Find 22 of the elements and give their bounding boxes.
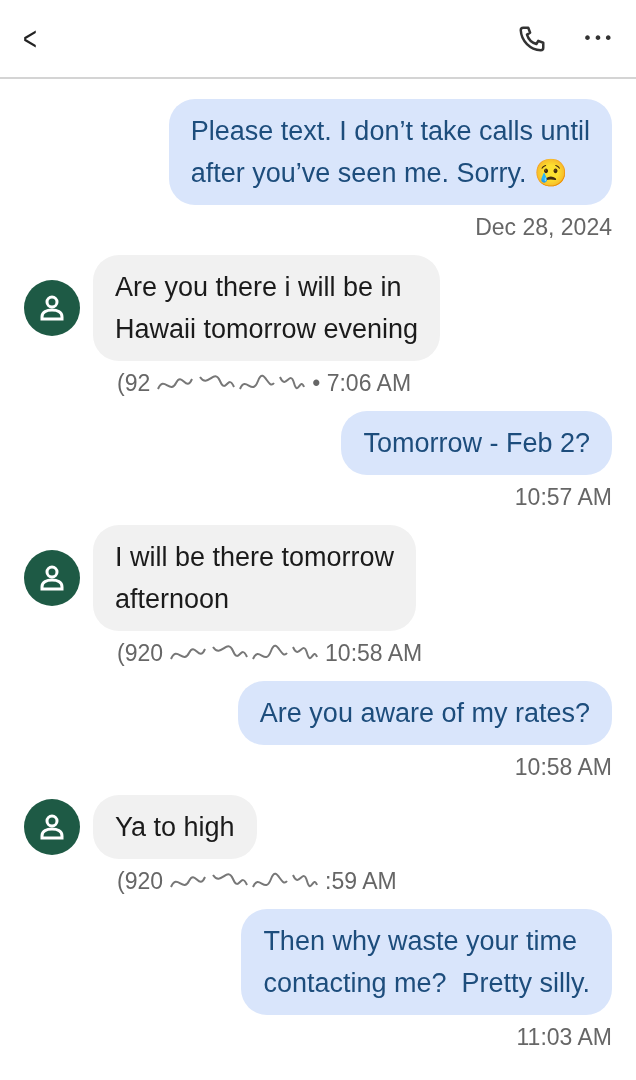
timestamp: 11:03 AM <box>516 1023 612 1051</box>
avatar-icon <box>24 550 80 606</box>
timestamp: 10:57 AM <box>514 483 612 511</box>
message-bubble: Ya to high <box>93 795 257 859</box>
message-bubble: Are you there i will be in Hawaii tomorrow evening <box>93 255 441 361</box>
message-bubble: I will be there tomorrow afternoon <box>93 525 417 631</box>
timestamp: 10:58 AM <box>325 639 423 667</box>
timestamp: 10:58 AM <box>514 753 612 781</box>
timestamp: Dec 28, 2024 <box>475 213 612 241</box>
timestamp: :59 AM <box>325 867 397 895</box>
sender-number: (92 <box>117 369 151 397</box>
message-bubble: Are you aware of my rates? <box>237 681 612 745</box>
timestamp: • 7:06 AM <box>312 369 412 397</box>
message-bubble: Then why waste your time contacting me? Pretty silly. <box>241 909 612 1015</box>
message-bubble: Please text. I don’t take calls until after you’ve seen me. Sorry. 😢 <box>168 99 612 205</box>
sender-number: (920 <box>117 867 164 895</box>
back-button[interactable]: < <box>23 19 37 58</box>
avatar-icon <box>24 799 80 855</box>
message-bubble: Tomorrow - Feb 2? <box>341 411 612 475</box>
more-button[interactable]: ••• <box>582 29 614 48</box>
sender-number: (920 <box>117 639 164 667</box>
avatar-icon <box>24 280 80 336</box>
